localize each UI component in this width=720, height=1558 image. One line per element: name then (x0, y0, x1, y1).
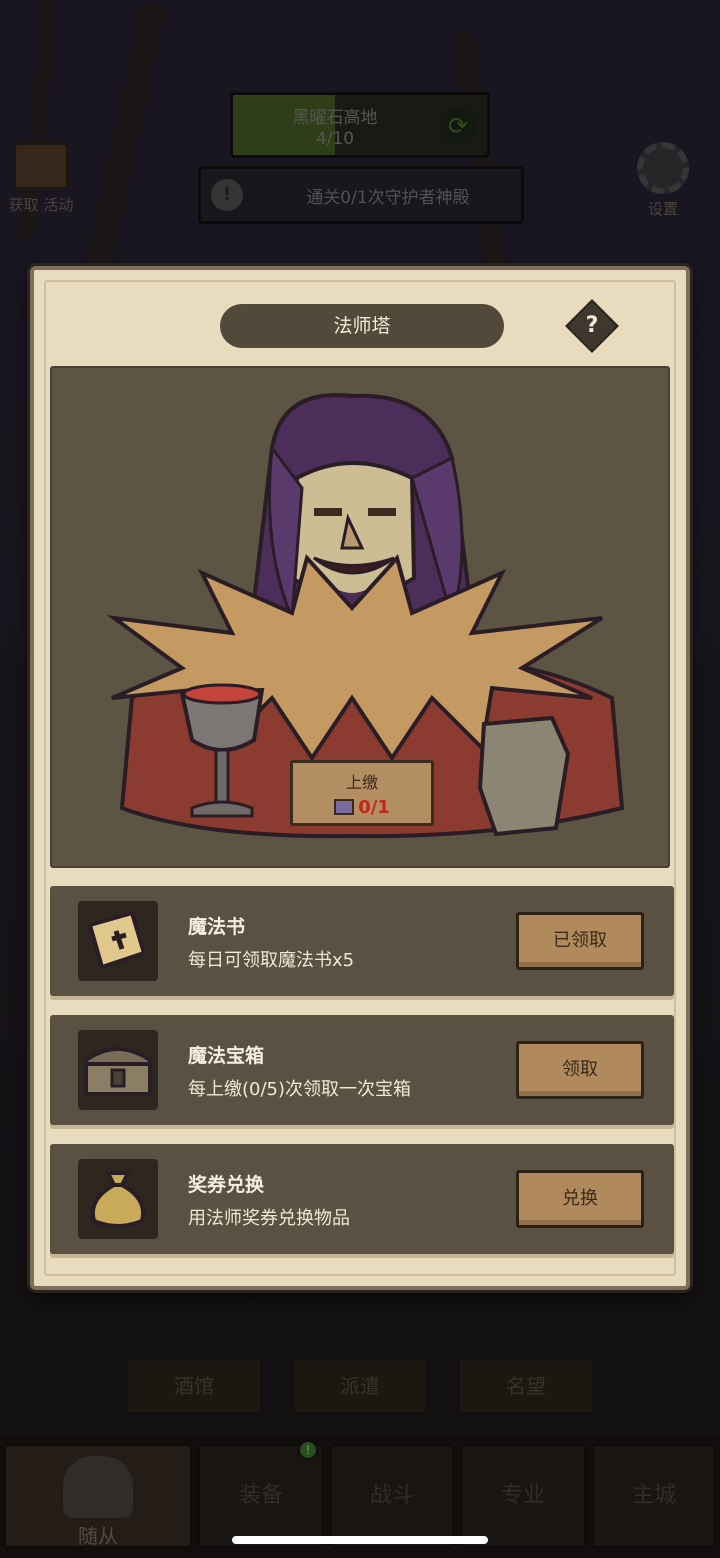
home-indicator[interactable] (232, 1536, 488, 1544)
item-title: 魔法宝箱 (188, 1045, 265, 1067)
treasure-chest-icon (78, 1030, 158, 1110)
mage-tower-dialog: 法师塔 ? 上缴 0/1 魔法书 每日可领取魔法书x5 已领取 魔法宝箱 每上缴… (30, 266, 690, 1290)
spellbook-icon (78, 901, 158, 981)
item-description: 每日可领取魔法书x5 (188, 950, 355, 971)
tribute-label: 上缴 (345, 773, 378, 792)
list-item-magic-chest: 魔法宝箱 每上缴(0/5)次领取一次宝箱 领取 (50, 1015, 674, 1125)
item-description: 每上缴(0/5)次领取一次宝箱 (188, 1079, 412, 1100)
claim-button[interactable]: 领取 (516, 1041, 644, 1099)
list-item-voucher-exchange: 奖券兑换 用法师奖券兑换物品 兑换 (50, 1144, 674, 1254)
mage-portrait: 上缴 0/1 (50, 366, 670, 868)
list-item-spellbook: 魔法书 每日可领取魔法书x5 已领取 (50, 886, 674, 996)
exchange-button[interactable]: 兑换 (516, 1170, 644, 1228)
tribute-counter: 0/1 (293, 797, 431, 818)
item-title: 奖券兑换 (188, 1174, 265, 1196)
book-stack-icon (334, 799, 355, 815)
claimed-button[interactable]: 已领取 (516, 912, 644, 970)
tribute-count: 0/1 (358, 797, 390, 818)
dialog-title: 法师塔 (220, 304, 504, 348)
coin-bag-icon (78, 1159, 158, 1239)
item-description: 用法师奖券兑换物品 (188, 1208, 350, 1229)
item-title: 魔法书 (188, 916, 246, 938)
question-mark-icon: ? (585, 313, 599, 338)
tribute-sign[interactable]: 上缴 0/1 (290, 760, 434, 826)
